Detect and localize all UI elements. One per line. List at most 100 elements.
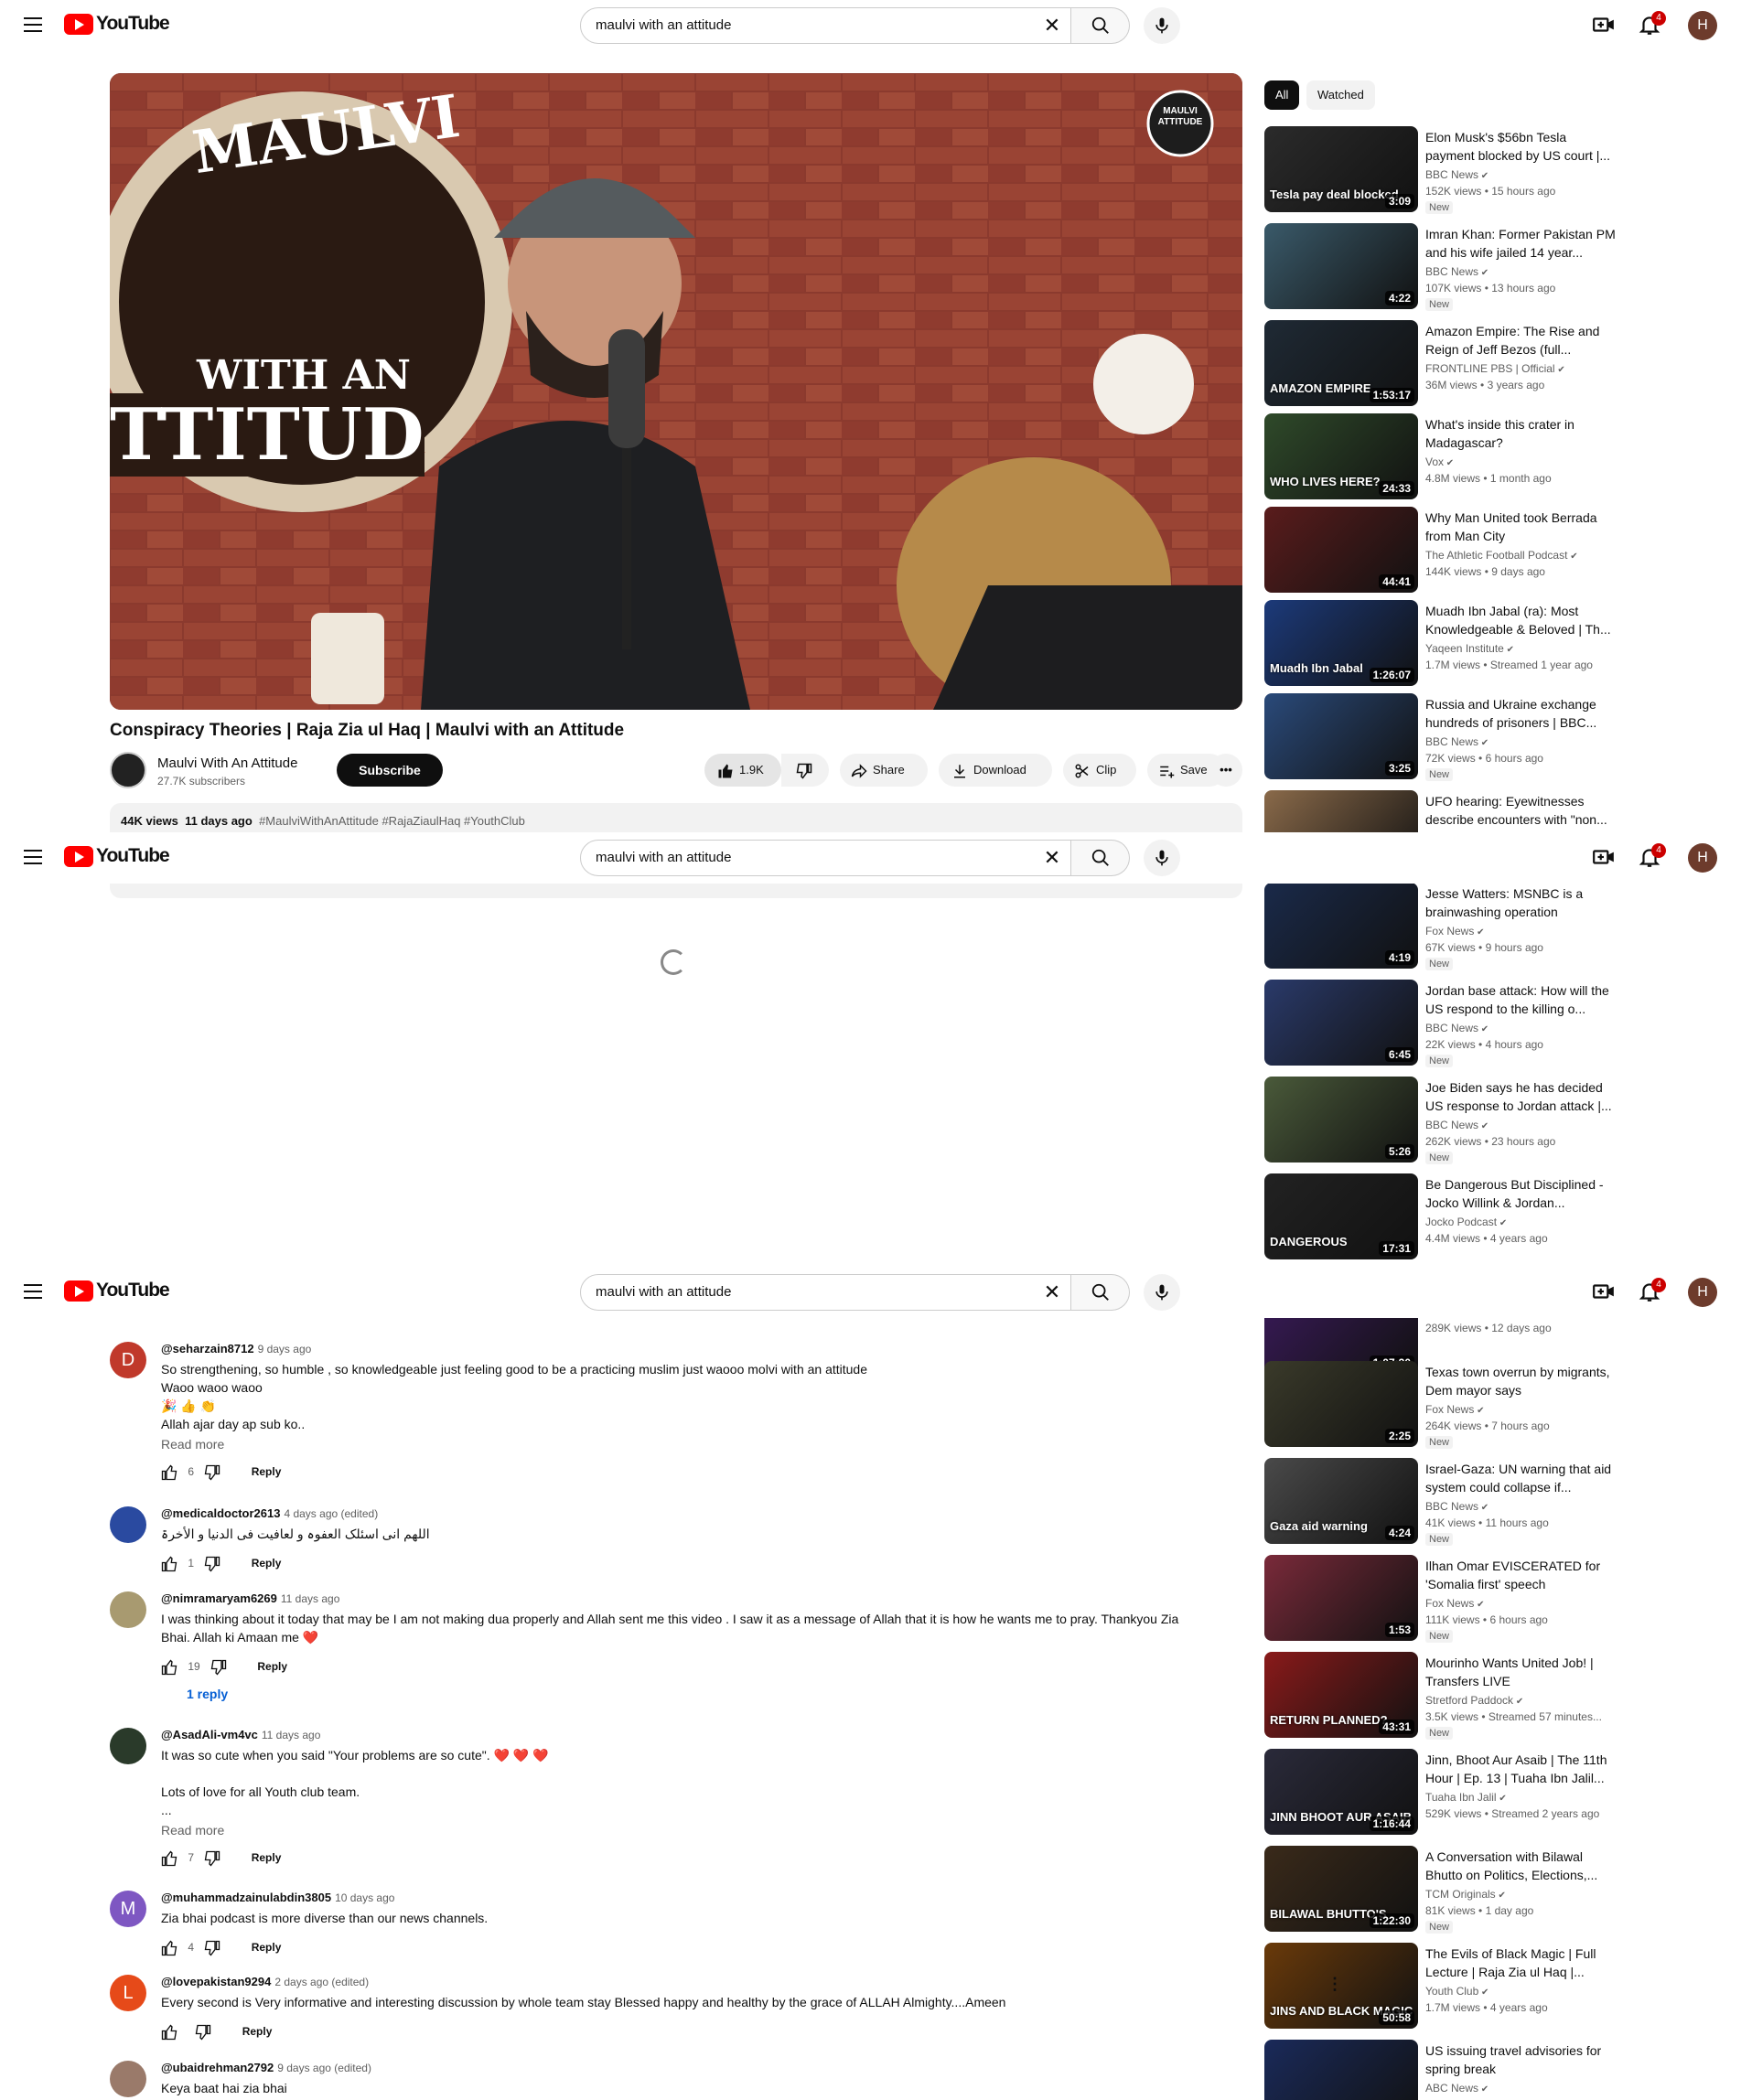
search-input[interactable] [596,1284,998,1300]
channel-avatar[interactable] [110,752,146,788]
account-avatar[interactable]: H [1688,843,1717,873]
channel-name[interactable]: Fox News [1425,925,1485,938]
recommended-video[interactable]: BILAWAL BHUTTO'S 1:22:30 A Conversation w… [1264,1846,1722,1934]
recommended-video[interactable]: 4:19 Jesse Watters: MSNBC is a brainwash… [1264,883,1722,970]
video-title[interactable]: Texas town overrun by migrants, Dem mayo… [1425,1363,1617,1399]
description-hashtags[interactable]: #MaulviWithAnAttitude #RajaZiaulHaq #You… [259,814,525,828]
voice-search-button[interactable] [1144,1274,1180,1311]
video-thumbnail[interactable]: Tesla pay deal blocked 3:09 [1264,126,1418,212]
commenter-avatar[interactable]: M [110,1891,146,1927]
recommended-video[interactable]: 2:25 Texas town overrun by migrants, Dem… [1264,1361,1722,1449]
handle-text[interactable]: @nimramaryam6269 [161,1591,277,1605]
voice-search-button[interactable] [1144,840,1180,876]
thumbs-up-icon[interactable] [161,1940,177,1956]
menu-icon[interactable] [24,1284,42,1299]
video-thumbnail[interactable]: JINN BHOOT AUR ASAIB 1:16:44 [1264,1749,1418,1835]
thumbs-down-icon[interactable] [210,1659,227,1676]
video-title[interactable]: UFO hearing: Eyewitnesses describe encou… [1425,792,1617,829]
video-title[interactable]: Jesse Watters: MSNBC is a brainwashing o… [1425,884,1617,921]
handle-text[interactable]: @medicaldoctor2613 [161,1506,280,1520]
video-title[interactable]: Be Dangerous But Disciplined - Jocko Wil… [1425,1175,1617,1212]
recommended-video[interactable]: JINN BHOOT AUR ASAIB 1:16:44 Jinn, Bhoot … [1264,1749,1722,1837]
video-thumbnail[interactable]: 4:22 [1264,223,1418,309]
commenter-avatar[interactable] [110,1591,146,1628]
commenter-handle[interactable]: @ubaidrehman2792 9 days ago (edited) [161,2061,371,2074]
read-more-link[interactable]: Read more [161,1435,1241,1453]
video-title[interactable]: Why Man United took Berrada from Man Cit… [1425,509,1617,545]
video-title[interactable]: Ilhan Omar EVISCERATED for 'Somalia firs… [1425,1557,1617,1593]
commenter-avatar[interactable]: L [110,1975,146,2011]
video-thumbnail[interactable]: TRAVEL ALERTS [1264,2040,1418,2100]
youtube-logo[interactable]: YouTube [64,845,170,867]
subscribe-button[interactable]: Subscribe [337,754,443,787]
comment-time[interactable]: 11 days ago [281,1592,340,1605]
recommended-video[interactable]: 3:25 Russia and Ukraine exchange hundred… [1264,693,1722,781]
notifications-button[interactable]: 4 [1638,11,1666,38]
reply-button[interactable]: Reply [252,1851,282,1864]
channel-name[interactable]: The Athletic Football Podcast [1425,549,1578,562]
recommended-video[interactable]: 5:26 Joe Biden says he has decided US re… [1264,1077,1722,1164]
account-avatar[interactable]: H [1688,1278,1717,1307]
commenter-handle[interactable]: @seharzain8712 9 days ago [161,1342,311,1355]
reply-button[interactable]: Reply [242,2025,273,2038]
channel-name[interactable]: Fox News [1425,1597,1485,1610]
channel-name[interactable]: BBC News [1425,168,1488,181]
recommended-video[interactable]: DANGEROUS 17:31 Be Dangerous But Discipli… [1264,1173,1722,1261]
channel-name[interactable]: Maulvi With An Attitude [157,755,297,771]
reply-button[interactable]: Reply [252,1941,282,1954]
thumbs-up-icon[interactable] [161,1556,177,1572]
share-button[interactable]: Share [840,754,928,787]
video-thumbnail[interactable]: Muadh Ibn Jabal 1:26:07 [1264,600,1418,686]
recommended-video[interactable]: AMAZON EMPIRE 1:53:17 Amazon Empire: The … [1264,320,1722,408]
video-thumbnail[interactable]: 5:26 [1264,1077,1418,1162]
channel-name[interactable]: Youth Club [1425,1985,1488,1998]
video-title[interactable]: Israel-Gaza: UN warning that aid system … [1425,1460,1617,1496]
menu-icon[interactable] [24,850,42,864]
video-thumbnail[interactable]: Gaza aid warning 4:24 [1264,1458,1418,1544]
search-input[interactable] [596,17,998,33]
video-title[interactable]: Mourinho Wants United Job! | Transfers L… [1425,1654,1617,1690]
notifications-button[interactable]: 4 [1638,1278,1666,1305]
video-title[interactable]: The Evils of Black Magic | Full Lecture … [1425,1945,1617,1981]
search-input[interactable] [596,850,998,865]
commenter-handle[interactable]: @lovepakistan9294 2 days ago (edited) [161,1975,369,1988]
video-title[interactable]: Elon Musk's $56bn Tesla payment blocked … [1425,128,1617,165]
channel-name[interactable]: Fox News [1425,1403,1485,1416]
recommended-video[interactable]: 44:41 Why Man United took Berrada from M… [1264,507,1722,595]
video-title[interactable]: Jinn, Bhoot Aur Asaib | The 11th Hour | … [1425,1751,1617,1787]
channel-name[interactable]: BBC News [1425,1119,1488,1131]
dislike-button[interactable] [781,754,829,787]
thumbs-up-icon[interactable] [161,1659,177,1676]
recommended-video[interactable]: 4:22 Imran Khan: Former Pakistan PM and … [1264,223,1722,311]
recommended-video[interactable]: TRAVEL ALERTS US issuing travel advisori… [1264,2040,1722,2100]
recommended-video[interactable]: Muadh Ibn Jabal 1:26:07 Muadh Ibn Jabal (… [1264,600,1722,688]
thumbs-up-icon[interactable] [161,1464,177,1481]
video-thumbnail[interactable]: 44:41 [1264,507,1418,593]
description-box[interactable]: 44K views 11 days ago #MaulviWithAnAttit… [110,803,1242,832]
clear-search-icon[interactable]: ✕ [1041,15,1063,37]
search-button[interactable] [1071,7,1130,44]
video-thumbnail[interactable]: DANGEROUS 17:31 [1264,1173,1418,1259]
recommended-video[interactable]: WHO LIVES HERE? 24:33 What's inside this … [1264,413,1722,501]
video-thumbnail[interactable]: 6:45 [1264,980,1418,1066]
account-avatar[interactable]: H [1688,11,1717,40]
thumbs-up-icon[interactable] [161,2024,177,2041]
commenter-handle[interactable]: @muhammadzainulabdin3805 10 days ago [161,1891,394,1904]
recommended-video[interactable]: 6:45 Jordan base attack: How will the US… [1264,980,1722,1067]
create-button[interactable] [1592,13,1617,38]
commenter-handle[interactable]: @medicaldoctor2613 4 days ago (edited) [161,1506,378,1520]
recommended-video[interactable]: Tesla pay deal blocked 3:09 Elon Musk's $… [1264,126,1722,214]
video-thumbnail[interactable]: BILAWAL BHUTTO'S 1:22:30 [1264,1846,1418,1932]
comment-menu-icon[interactable]: ⋮ [1327,1975,1343,1994]
thumbs-down-icon[interactable] [204,1464,220,1481]
channel-name[interactable]: BBC News [1425,1022,1488,1034]
video-thumbnail[interactable] [1264,790,1418,832]
channel-name[interactable]: BBC News [1425,735,1488,748]
commenter-handle[interactable]: @nimramaryam6269 11 days ago [161,1591,339,1605]
create-button[interactable] [1592,1280,1617,1305]
clear-search-icon[interactable]: ✕ [1041,847,1063,869]
comment-time[interactable]: 9 days ago [258,1343,312,1355]
video-thumbnail[interactable]: RETURN PLANNED? 43:31 [1264,1652,1418,1738]
channel-name[interactable]: BBC News [1425,265,1488,278]
thumbs-down-icon[interactable] [204,1556,220,1572]
